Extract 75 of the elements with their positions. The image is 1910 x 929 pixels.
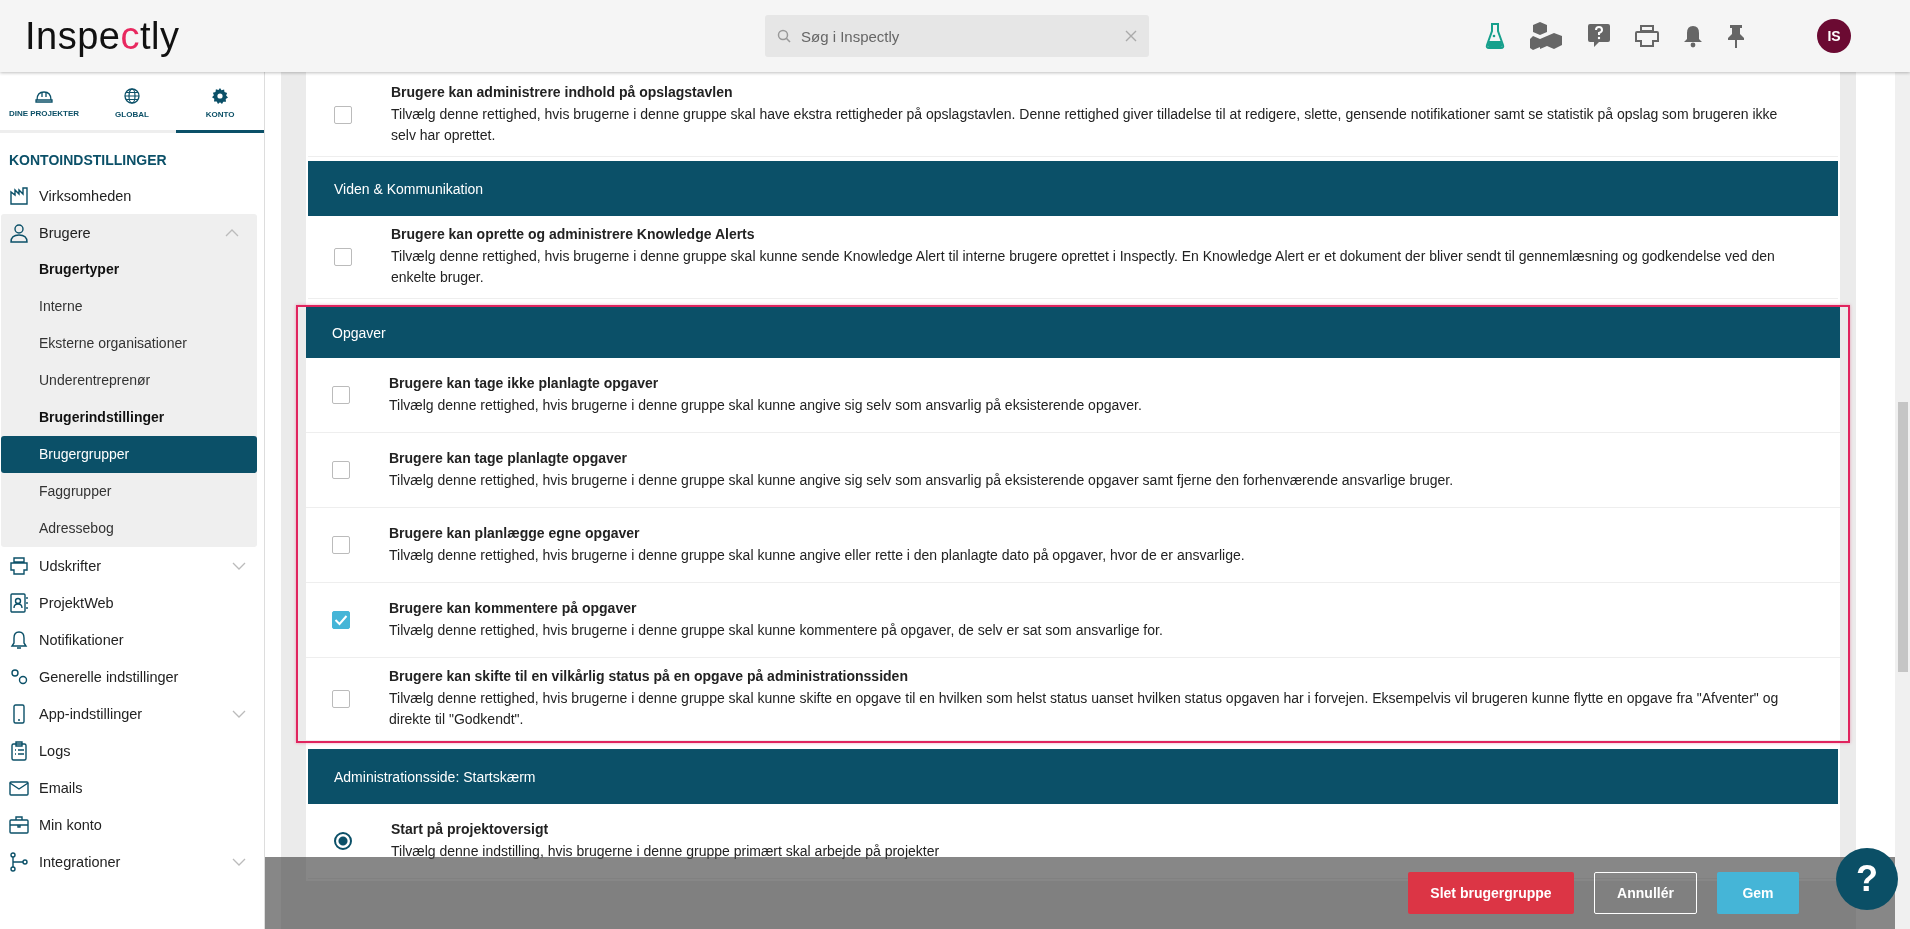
bell-icon[interactable] xyxy=(1683,24,1703,48)
sidebar-subitem[interactable]: Interne xyxy=(1,288,257,325)
clipboard-icon xyxy=(9,740,29,761)
setting-description: Tilvælg denne rettighed, hvis brugerne i denne gruppe skal kunne sende Knowledge Alert til interne brugere oprettet i Inspectly. En Knowledge Alert er et dokument der bliver sendt til gennemlæsning og godkendelse ved den enkelte bruger. xyxy=(391,247,1776,287)
setting-description: Tilvælg denne rettighed, hvis brugerne i denne gruppe skal kunne angive sig selv som ansvarlig på eksisterende opgaver samt fjerne den forhenværende ansvarlige bruger. xyxy=(389,470,1454,490)
printer-icon xyxy=(9,555,29,576)
sidebar-item[interactable]: Generelle indstillinger xyxy=(0,658,264,695)
user-icon xyxy=(9,222,29,243)
sidebar-subitem[interactable]: Underentreprenør xyxy=(1,362,257,399)
checkbox[interactable] xyxy=(332,386,350,404)
sidebar-item[interactable]: App-indstillinger xyxy=(0,695,264,732)
checkbox[interactable] xyxy=(332,690,350,708)
close-icon[interactable] xyxy=(1125,30,1137,42)
setting-description: Tilvælg denne rettighed, hvis brugerne i denne gruppe skal have ekstra rettigheder på opslagstavlen. Denne rettighed giver tilladelse til at redigere, slette, gensende notifikationer samt se statistik på opslag som brugeren ikke selv har oprettet. xyxy=(391,105,1779,145)
sidebar-item[interactable]: ProjektWeb xyxy=(0,584,264,621)
setting-title: Brugere kan kommentere på opgaver xyxy=(389,599,638,616)
section-header: Administrationsside: Startskærm xyxy=(308,749,1838,804)
setting-title: Brugere kan tage planlagte opgaver xyxy=(389,449,629,466)
setting-title: Brugere kan skifte til en vilkårlig status på en opgave på administrationssiden xyxy=(389,668,909,684)
checkbox[interactable] xyxy=(332,611,350,629)
sidebar-item[interactable]: Virksomheden xyxy=(0,177,264,214)
flask-icon[interactable] xyxy=(1485,22,1505,50)
setting-title: Brugere kan planlægge egne opgaver xyxy=(389,524,641,541)
section-header: Opgaver xyxy=(306,307,1840,358)
logo[interactable]: Inspectly xyxy=(25,14,765,58)
bell-icon xyxy=(9,629,29,650)
sidebar-subitem[interactable]: Brugerindstillinger xyxy=(1,399,257,436)
globe-icon xyxy=(124,87,140,104)
factory-icon xyxy=(9,185,29,206)
radio-button[interactable] xyxy=(334,832,352,850)
setting-description: Tilvælg denne rettighed, hvis brugerne i denne gruppe skal kunne skifte en opgave til en hvilken som helst status uanset hvilken status opgaven har i forvejen. Eksempelvis vil brugeren kunne flytte en opgave fra "Afventer" og direkte til "Godkendt". xyxy=(389,689,1780,729)
sidebar-item[interactable]: Notifikationer xyxy=(0,621,264,658)
sidebar-item[interactable]: Emails xyxy=(0,769,264,806)
settings-icon xyxy=(212,87,228,104)
hard-hat-icon xyxy=(35,88,53,103)
chevron-icon[interactable] xyxy=(232,857,246,866)
branch-icon xyxy=(9,851,29,872)
briefcase-icon xyxy=(9,814,29,835)
printer-icon[interactable] xyxy=(1635,25,1659,47)
setting-description: Tilvælg denne rettighed, hvis brugerne i denne gruppe skal kunne angive sig selv som ansvarlig på eksisterende opgaver. xyxy=(389,395,1142,415)
pin-icon[interactable] xyxy=(1727,24,1745,48)
nav-tab[interactable]: DINE PROJEKTER xyxy=(0,76,88,133)
setting-description: Tilvælg denne indstilling, hvis brugerne i denne gruppe primært skal arbejde på projekter xyxy=(391,841,940,861)
checkbox[interactable] xyxy=(334,248,352,266)
sidebar-subitem[interactable]: Brugergrupper xyxy=(1,436,257,473)
section-heading: KONTOINDSTILLINGER xyxy=(8,151,168,170)
setting-title: Brugere kan oprette og administrere Knowledge Alerts xyxy=(391,226,756,242)
chevron-icon[interactable] xyxy=(232,709,246,718)
nav-tab[interactable]: GLOBAL xyxy=(88,76,176,133)
section-header: Viden & Kommunikation xyxy=(308,161,1838,216)
action-button[interactable]: Annullér xyxy=(1594,872,1697,914)
sidebar-subitem[interactable]: Faggrupper xyxy=(1,473,257,510)
sidebar-subitem[interactable]: Adressebog xyxy=(1,510,257,547)
checkbox[interactable] xyxy=(332,461,350,479)
setting-title: Start på projektoversigt xyxy=(391,820,550,837)
setting-description: Tilvælg denne rettighed, hvis brugerne i denne gruppe skal kunne kommentere på opgaver, de selv er sat som ansvarlige for. xyxy=(389,620,1163,640)
search-field[interactable]: Søg i Inspectly xyxy=(765,15,1149,57)
sidebar-subitem[interactable]: Brugertyper xyxy=(1,251,257,288)
chevron-icon[interactable] xyxy=(232,561,246,570)
sidebar-item[interactable]: Udskrifter xyxy=(0,547,264,584)
user-avatar[interactable]: IS xyxy=(1817,19,1851,53)
action-button[interactable]: Slet brugergruppe xyxy=(1408,872,1574,914)
sidebar-item[interactable]: Min konto xyxy=(0,806,264,843)
setting-description: Tilvælg denne rettighed, hvis brugerne i denne gruppe skal kunne angive eller rette i den planlagte dato på opgaver, hvor de er ansvarlige. xyxy=(389,545,1245,565)
checkbox[interactable] xyxy=(332,536,350,554)
chevron-icon[interactable] xyxy=(225,228,239,237)
sidebar-item[interactable]: Brugere xyxy=(1,214,257,251)
sidebar-item[interactable]: Integrationer xyxy=(0,843,264,880)
setting-title: Brugere kan administrere indhold på opslagstavlen xyxy=(391,84,734,100)
sidebar-subitem[interactable]: Eksterne organisationer xyxy=(1,325,257,362)
sidebar-item[interactable]: Logs xyxy=(0,732,264,769)
checkbox[interactable] xyxy=(334,106,352,124)
setting-title: Brugere kan tage ikke planlagte opgaver xyxy=(389,374,660,391)
help-bubble-icon[interactable] xyxy=(1587,23,1611,49)
contact-card-icon xyxy=(9,592,29,613)
